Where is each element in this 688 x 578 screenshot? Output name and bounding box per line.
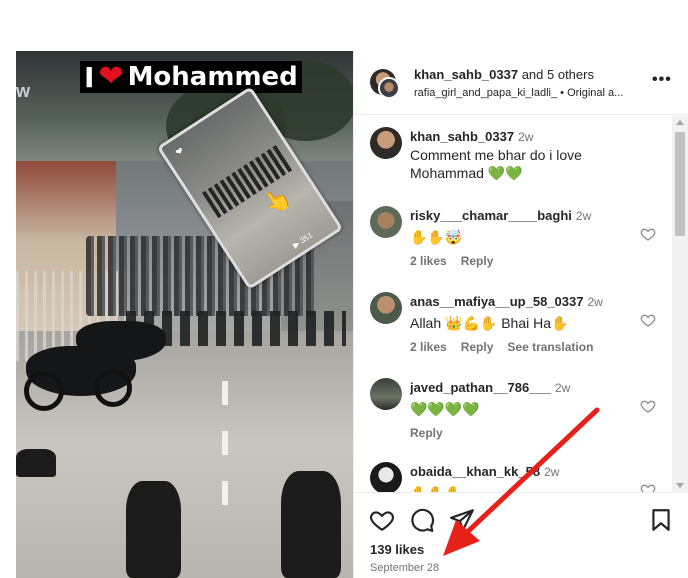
inset-view-count: ▶ 351 <box>291 230 315 250</box>
scroll-down-arrow-icon[interactable] <box>676 483 684 488</box>
comment-text-block: anas__mafiya__up_58_0337 2w Allah 👑💪✋ Bha… <box>410 292 640 332</box>
scrollbar-thumb[interactable] <box>675 132 685 236</box>
commenter-avatar[interactable] <box>370 206 402 238</box>
video-person <box>126 481 181 578</box>
video-wheel <box>94 369 132 407</box>
comment-text-block: risky___chamar____baghi 2w ✋✋🤯 <box>410 206 630 246</box>
video-motorbike <box>76 321 166 361</box>
see-translation-button[interactable]: See translation <box>507 340 593 354</box>
inset-heart-icon: ❤ <box>173 145 186 158</box>
share-paper-plane-icon[interactable] <box>449 507 475 533</box>
comment-username[interactable]: risky___chamar____baghi <box>410 208 572 223</box>
collaborator-avatar[interactable] <box>378 77 400 99</box>
more-horizontal-icon[interactable]: ••• <box>652 71 672 89</box>
video-edge-text: w <box>16 81 31 101</box>
comment-time[interactable]: 2w <box>576 209 591 223</box>
commenter-avatar[interactable] <box>370 292 402 324</box>
likes-count[interactable]: 139 likes <box>370 542 424 557</box>
comment-username[interactable]: anas__mafiya__up_58_0337 <box>410 294 583 309</box>
save-bookmark-icon[interactable] <box>648 507 674 533</box>
commenter-avatar[interactable] <box>370 378 402 410</box>
video-wheel <box>24 371 64 411</box>
heart-icon: ❤ <box>98 59 124 94</box>
comment-body: 💚💚💚💚 <box>410 401 480 417</box>
comment-text-block: javed_pathan__786___ 2w 💚💚💚💚 <box>410 378 630 418</box>
comment-time[interactable]: 2w <box>587 295 602 309</box>
audio-attribution[interactable]: rafia_girl_and_papa_ki_ladli_ • Original… <box>414 87 623 99</box>
post-authors: khan_sahb_0337 and 5 others <box>414 67 594 82</box>
author-username[interactable]: khan_sahb_0337 <box>414 67 518 82</box>
comment-item: risky___chamar____baghi 2w ✋✋🤯 2 likes Rep… <box>354 206 672 286</box>
video-overlay-title: I ❤ Mohammed <box>80 59 302 94</box>
commenter-avatar[interactable] <box>370 127 402 159</box>
comment-likes[interactable]: 2 likes <box>410 254 447 268</box>
comment-meta: 2 likes Reply <box>410 254 507 268</box>
lane-marking <box>222 481 228 505</box>
comment-time[interactable]: 2w <box>555 381 570 395</box>
video-person <box>281 471 341 578</box>
overlay-title-name: Mohammed <box>127 62 298 92</box>
overlay-title-prefix: I <box>84 60 95 94</box>
commenter-avatar[interactable] <box>370 462 402 492</box>
comment-meta: Reply <box>410 426 457 440</box>
comment-text-block: obaida__khan_kk_58 2w ✋✋✋ <box>410 462 630 492</box>
comments-list[interactable]: khan_sahb_0337 2w Comment me bhar do i lo… <box>354 116 672 492</box>
comment-username[interactable]: javed_pathan__786___ <box>410 380 551 395</box>
reply-button[interactable]: Reply <box>461 254 494 268</box>
reply-button[interactable]: Reply <box>461 340 494 354</box>
comment-item: khan_sahb_0337 2w Comment me bhar do i lo… <box>354 127 672 197</box>
comment-bubble-icon[interactable] <box>409 507 435 533</box>
pointing-hand-icon: 👆 <box>258 182 296 219</box>
video-person <box>16 449 56 477</box>
like-comment-heart-icon[interactable] <box>640 482 656 492</box>
like-comment-heart-icon[interactable] <box>640 398 656 414</box>
comment-text-block: khan_sahb_0337 2w Comment me bhar do i lo… <box>410 127 630 182</box>
lane-marking <box>222 431 228 455</box>
collaborators-link[interactable]: and 5 others <box>518 67 594 82</box>
like-heart-icon[interactable] <box>369 507 395 533</box>
post-date[interactable]: September 28 <box>370 562 439 574</box>
like-comment-heart-icon[interactable] <box>640 226 656 242</box>
comment-time[interactable]: 2w <box>518 130 533 144</box>
lane-marking <box>222 381 228 405</box>
comment-time[interactable]: 2w <box>544 465 559 479</box>
comment-username[interactable]: obaida__khan_kk_58 <box>410 464 540 479</box>
comment-body: ✋✋🤯 <box>410 229 463 245</box>
comment-item: anas__mafiya__up_58_0337 2w Allah 👑💪✋ Bha… <box>354 292 672 372</box>
comment-body: Allah 👑💪✋ Bhai Ha✋ <box>410 315 569 331</box>
comments-scrollbar[interactable] <box>672 116 688 492</box>
comment-username[interactable]: khan_sahb_0337 <box>410 129 514 144</box>
comment-item: obaida__khan_kk_58 2w ✋✋✋ <box>354 462 672 492</box>
post-video[interactable]: w I ❤ Mohammed ❤ 👆 ▶ 351 <box>16 51 353 578</box>
comment-body: Comment me bhar do i love Mohammad 💚💚 <box>410 147 582 181</box>
post-header: khan_sahb_0337 and 5 others rafia_girl_a… <box>354 51 688 115</box>
comment-likes[interactable]: 2 likes <box>410 340 447 354</box>
comment-item: javed_pathan__786___ 2w 💚💚💚💚 Reply <box>354 378 672 458</box>
post-actions: 139 likes September 28 <box>354 492 688 578</box>
comment-body: ✋✋✋ <box>410 484 630 492</box>
scroll-up-arrow-icon[interactable] <box>676 120 684 125</box>
comment-meta: 2 likes Reply See translation <box>410 340 607 354</box>
like-comment-heart-icon[interactable] <box>640 312 656 328</box>
reply-button[interactable]: Reply <box>410 426 443 440</box>
